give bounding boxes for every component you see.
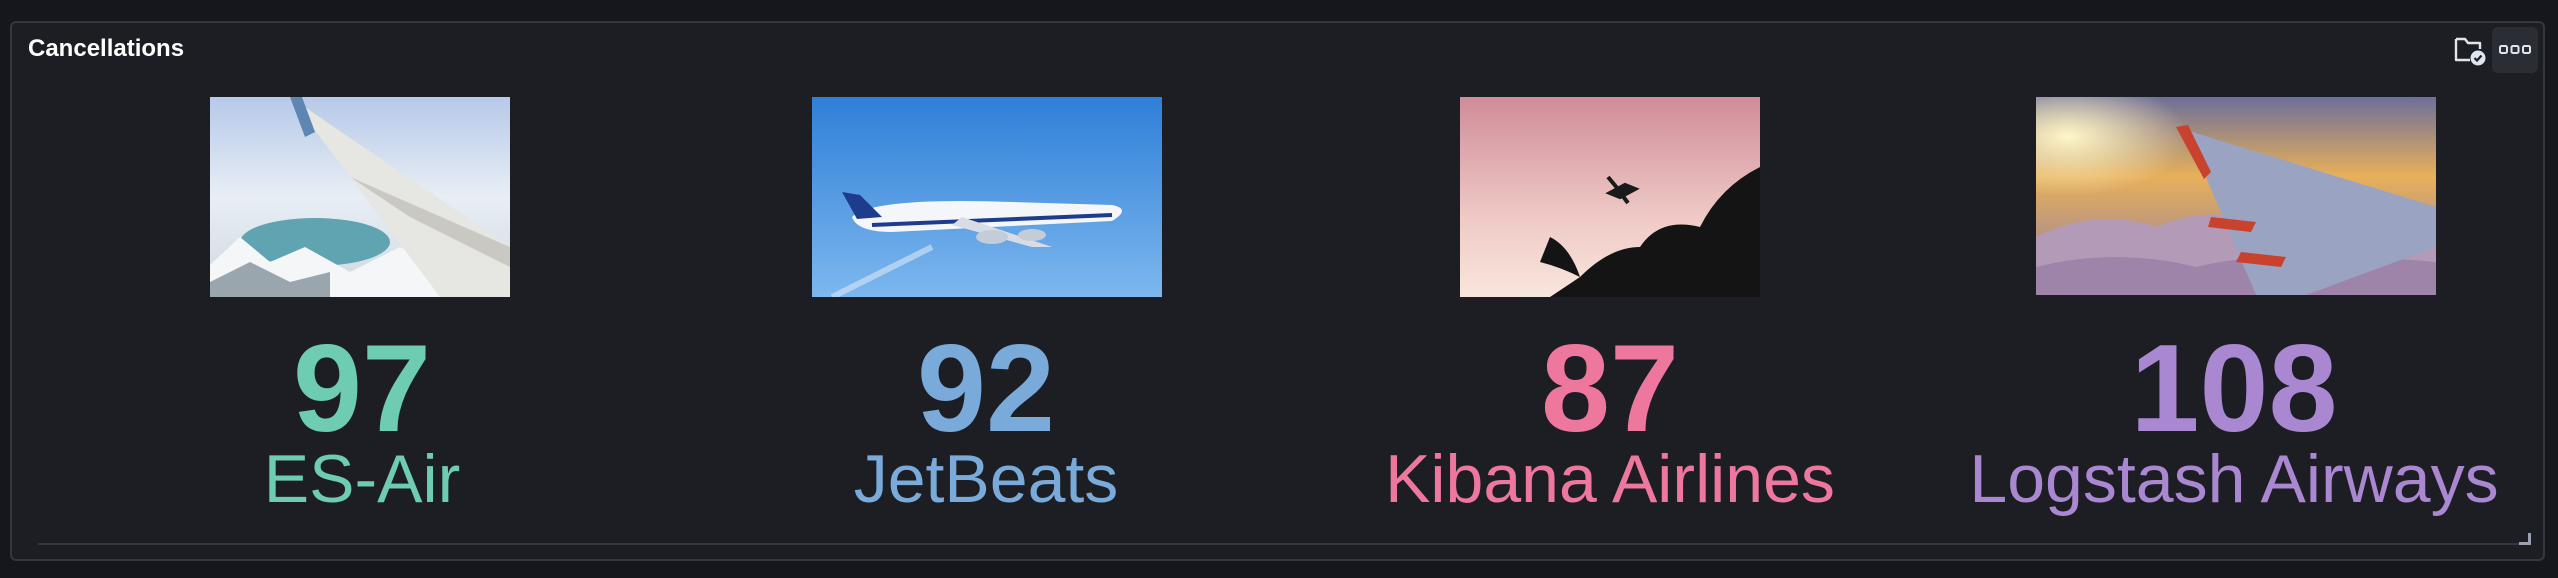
metric-value: 108 <box>2130 320 2338 458</box>
divider <box>38 543 2528 545</box>
plane-over-palm-trees-image <box>1460 97 1760 297</box>
panel-title: Cancellations <box>28 35 185 62</box>
metric-value: 97 <box>293 320 431 458</box>
airplane-wing-over-lake-image <box>210 97 510 297</box>
folder-check-icon[interactable] <box>2446 27 2492 73</box>
cancellations-panel: Cancellations 97 ES-Air 92 JetBeats 87 K… <box>10 21 2545 561</box>
more-options-button[interactable] <box>2492 27 2538 73</box>
resize-handle[interactable] <box>2519 533 2531 545</box>
metric-value: 92 <box>917 320 1055 458</box>
metric-value: 87 <box>1541 320 1679 458</box>
wing-above-clouds-sunset-image <box>2036 97 2436 295</box>
more-options-icon <box>2499 45 2531 54</box>
airline-name: Logstash Airways <box>1969 441 2499 517</box>
airliner-takeoff-image <box>812 97 1162 297</box>
